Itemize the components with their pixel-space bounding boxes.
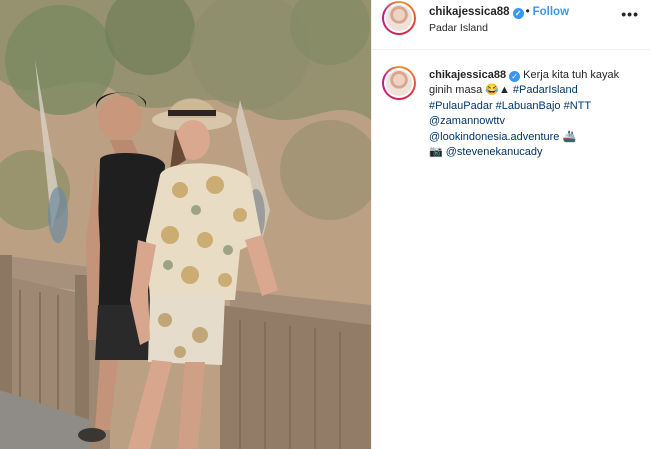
caption-line-1: Kerja kita tuh kayak [523, 69, 620, 81]
separator-dot: • [525, 6, 530, 18]
hashtag-ntt[interactable]: #NTT [564, 100, 592, 112]
verified-badge-icon: ✓ [509, 71, 521, 82]
ship-emoji-icon: 🚢 [562, 130, 577, 143]
location-link[interactable]: Padar Island [429, 22, 488, 34]
post-side-panel: chikajessica88 ✓ • Follow Padar Island ••• … [371, 0, 650, 449]
caption-text: chikajessica88 ✓ Kerja kita tuh kayak gin… [429, 68, 634, 160]
caption-avatar[interactable] [382, 66, 416, 100]
post-header: chikajessica88 ✓ • Follow Padar Island ••• [372, 0, 650, 50]
hashtag-padarisland[interactable]: #PadarIsland [513, 84, 578, 96]
camera-emoji-icon: 📷 [429, 146, 443, 159]
hashtag-pulaupadar[interactable]: #PulauPadar [429, 100, 493, 112]
more-options-icon[interactable]: ••• [621, 7, 639, 21]
username-link[interactable]: chikajessica88 [429, 6, 510, 18]
follow-button[interactable]: Follow [533, 6, 569, 18]
emoji-laugh-mountain-icon: 😂▲ [485, 84, 510, 97]
post-photo[interactable] [0, 0, 371, 449]
verified-badge-icon: ✓ [512, 8, 524, 19]
caption-line-2: ginih masa [429, 84, 483, 97]
caption-username-link[interactable]: chikajessica88 [429, 69, 506, 81]
header-username-row: chikajessica88 ✓ • Follow [429, 6, 569, 19]
mention-lookindonesia[interactable]: @lookindonesia.adventure [429, 131, 559, 143]
mention-zamannowttv[interactable]: @zamannowttv [429, 115, 505, 127]
profile-avatar[interactable] [382, 1, 416, 35]
mention-stevenekanucady[interactable]: @stevenekanucady [446, 146, 543, 158]
hashtag-labuanbajo[interactable]: #LabuanBajo [496, 100, 561, 112]
photo-illustration [0, 0, 371, 449]
